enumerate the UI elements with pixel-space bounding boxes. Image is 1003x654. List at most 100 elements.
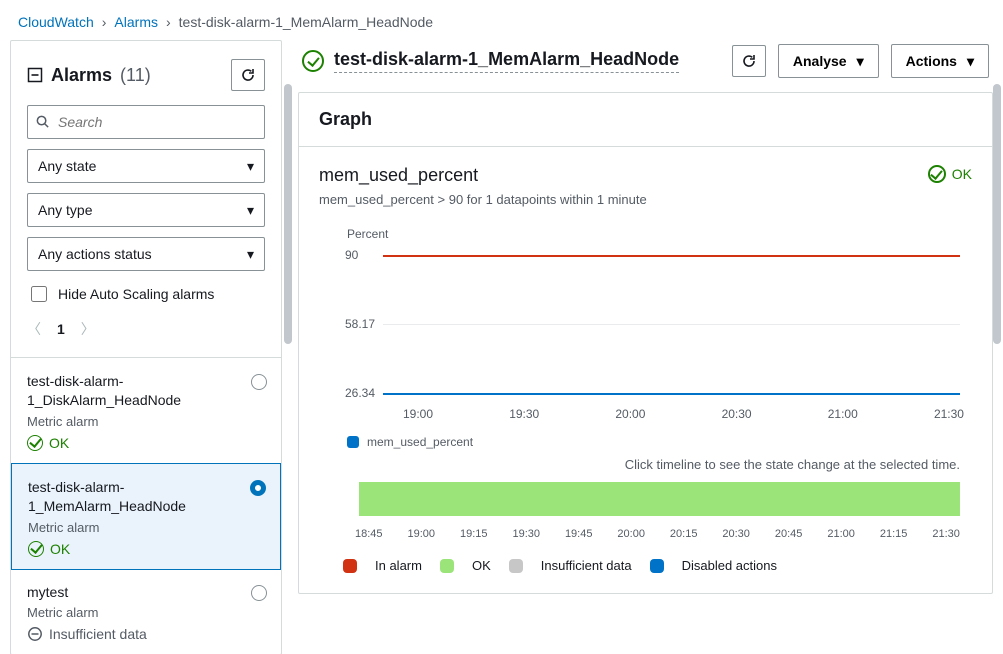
timeline-hint: Click timeline to see the state change a…: [319, 457, 960, 472]
legend-label: In alarm: [375, 558, 422, 573]
timeline-ok-segment: [359, 482, 960, 516]
alarm-name: test-disk-alarm-1_DiskAlarm_HeadNode: [27, 372, 265, 410]
t-tick: 20:45: [775, 528, 803, 540]
filter-state-label: Any state: [38, 158, 96, 174]
status-badge: OK: [928, 165, 972, 183]
refresh-button[interactable]: [231, 59, 265, 91]
actions-label: Actions: [906, 53, 957, 69]
alarm-kind: Metric alarm: [28, 520, 264, 535]
x-tick: 21:30: [934, 407, 964, 421]
t-tick: 20:00: [617, 528, 645, 540]
status-text: OK: [952, 166, 972, 182]
radio-icon[interactable]: [250, 480, 266, 496]
y-tick: 26.34: [345, 386, 375, 400]
caret-down-icon: ▾: [247, 202, 254, 219]
x-axis: 19:00 19:30 20:00 20:30 21:00 21:30: [403, 407, 964, 421]
t-tick: 19:30: [512, 528, 540, 540]
main-panel: test-disk-alarm-1_MemAlarm_HeadNode Anal…: [298, 40, 993, 654]
alarm-item[interactable]: test-disk-alarm-1_DiskAlarm_HeadNode Met…: [11, 358, 281, 464]
t-tick: 19:45: [565, 528, 593, 540]
y-axis-label: Percent: [347, 227, 972, 241]
analyse-button[interactable]: Analyse ▾: [778, 44, 879, 78]
status-text: OK: [49, 435, 69, 451]
filter-actions-status[interactable]: Any actions status ▾: [27, 237, 265, 271]
ok-icon: [27, 435, 43, 451]
status-badge: OK: [28, 541, 264, 557]
page-header: test-disk-alarm-1_MemAlarm_HeadNode Anal…: [298, 40, 993, 78]
legend-label: Disabled actions: [682, 558, 777, 573]
t-tick: 19:00: [407, 528, 435, 540]
legend-label: OK: [472, 558, 491, 573]
x-tick: 21:00: [828, 407, 858, 421]
y-tick: 90: [345, 248, 358, 262]
legend-swatch-alarm: [343, 559, 357, 573]
chevron-right-icon: ›: [166, 14, 171, 30]
collapse-icon[interactable]: [27, 67, 43, 83]
t-tick: 20:30: [722, 528, 750, 540]
y-tick: 58.17: [345, 317, 375, 331]
breadcrumb-current: test-disk-alarm-1_MemAlarm_HeadNode: [179, 14, 433, 30]
x-tick: 20:30: [722, 407, 752, 421]
pager: 〈 1 〉: [27, 315, 265, 345]
hide-autoscaling-checkbox[interactable]: Hide Auto Scaling alarms: [27, 281, 265, 305]
t-tick: 18:45: [355, 528, 383, 540]
state-timeline[interactable]: [359, 482, 972, 522]
scrollbar[interactable]: [284, 44, 292, 648]
status-badge: OK: [27, 435, 265, 451]
status-text: Insufficient data: [49, 626, 147, 642]
minus-circle-icon: [27, 626, 43, 642]
x-tick: 19:30: [509, 407, 539, 421]
search-input[interactable]: [27, 105, 265, 139]
caret-down-icon: ▾: [247, 158, 254, 175]
radio-icon[interactable]: [251, 585, 267, 601]
chart-legend: mem_used_percent: [347, 435, 972, 449]
page-title: test-disk-alarm-1_MemAlarm_HeadNode: [334, 49, 679, 73]
timeline-axis: 18:45 19:00 19:15 19:30 19:45 20:00 20:1…: [355, 528, 960, 540]
sidebar-count: (11): [120, 65, 151, 86]
status-badge: Insufficient data: [27, 626, 265, 642]
filter-type[interactable]: Any type ▾: [27, 193, 265, 227]
ok-icon: [928, 165, 946, 183]
x-tick: 19:00: [403, 407, 433, 421]
t-tick: 20:15: [670, 528, 698, 540]
page-next[interactable]: 〉: [81, 319, 95, 339]
alarm-kind: Metric alarm: [27, 605, 265, 620]
t-tick: 19:15: [460, 528, 488, 540]
t-tick: 21:30: [932, 528, 960, 540]
alarms-sidebar: Alarms (11) Any state ▾ Any type ▾ Any a…: [10, 40, 282, 654]
breadcrumb-root[interactable]: CloudWatch: [18, 14, 94, 30]
radio-icon[interactable]: [251, 374, 267, 390]
x-tick: 20:00: [615, 407, 645, 421]
caret-down-icon: ▾: [857, 53, 864, 70]
ok-icon: [302, 50, 324, 72]
breadcrumb: CloudWatch › Alarms › test-disk-alarm-1_…: [0, 0, 1003, 40]
status-text: OK: [50, 541, 70, 557]
alarm-item[interactable]: mytest Metric alarm Insufficient data: [11, 569, 281, 654]
threshold-line: [383, 255, 960, 257]
legend-swatch-insufficient: [509, 559, 523, 573]
analyse-label: Analyse: [793, 53, 847, 69]
caret-down-icon: ▾: [967, 53, 974, 70]
metric-rule: mem_used_percent > 90 for 1 datapoints w…: [319, 192, 647, 207]
metric-chart[interactable]: 90 58.17 26.34: [319, 249, 972, 399]
sidebar-title: Alarms: [51, 65, 112, 86]
t-tick: 21:00: [827, 528, 855, 540]
chevron-right-icon: ›: [102, 14, 107, 30]
filter-state[interactable]: Any state ▾: [27, 149, 265, 183]
alarm-name: test-disk-alarm-1_MemAlarm_HeadNode: [28, 478, 264, 516]
legend-swatch-disabled: [650, 559, 664, 573]
filter-type-label: Any type: [38, 202, 92, 218]
breadcrumb-section[interactable]: Alarms: [114, 14, 158, 30]
alarm-kind: Metric alarm: [27, 414, 265, 429]
scrollbar[interactable]: [993, 44, 1001, 648]
actions-button[interactable]: Actions ▾: [891, 44, 989, 78]
card-title: Graph: [319, 109, 972, 130]
state-legend: In alarm OK Insufficient data Disabled a…: [343, 558, 972, 573]
t-tick: 21:15: [880, 528, 908, 540]
alarm-item[interactable]: test-disk-alarm-1_MemAlarm_HeadNode Metr…: [11, 463, 281, 570]
page-number: 1: [57, 321, 65, 337]
hide-autoscaling-input[interactable]: [31, 286, 47, 302]
legend-label: mem_used_percent: [367, 435, 473, 449]
refresh-button[interactable]: [732, 45, 766, 77]
page-prev[interactable]: 〈: [27, 319, 41, 339]
